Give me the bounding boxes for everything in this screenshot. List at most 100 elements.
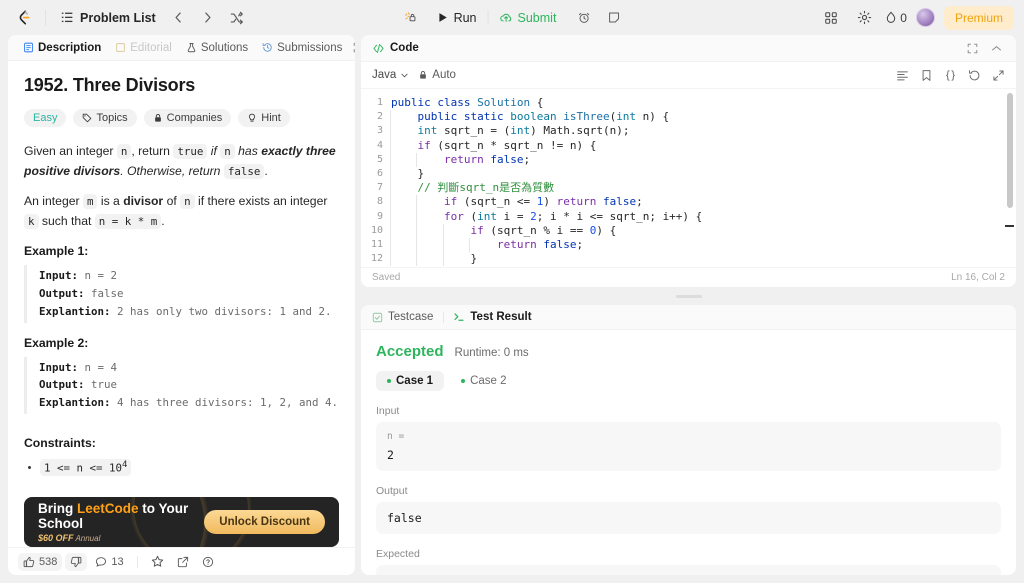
result-tab-divider [443, 311, 445, 323]
fullscreen-editor-icon[interactable] [992, 69, 1005, 82]
comments-button[interactable]: 13 [90, 553, 128, 571]
description-tab-actions [349, 39, 355, 57]
output-box: false [376, 502, 1001, 534]
problem-list-button[interactable]: Problem List [55, 7, 162, 29]
run-button[interactable]: Run [427, 5, 488, 31]
example-2-output-row: Output: true [39, 376, 339, 394]
premium-button[interactable]: Premium [943, 5, 1014, 30]
code-text: for (int i = 2; i * i <= sqrt_n; i++) { [390, 209, 703, 224]
hint-button[interactable]: Hint [238, 109, 290, 127]
code-token: { [530, 96, 544, 109]
drag-bar-icon [675, 294, 702, 298]
promo-discount: $60 OFF [38, 533, 74, 543]
unlock-discount-label: Unlock Discount [219, 516, 310, 528]
case-tab-1[interactable]: Case 1 [376, 371, 445, 391]
comment-count: 13 [111, 555, 124, 568]
debug-lock-icon[interactable] [396, 4, 423, 31]
code-token: class [437, 96, 478, 109]
code-text: public class Solution { [391, 96, 543, 110]
avatar[interactable] [915, 8, 935, 27]
description-footer: 538 13 [8, 547, 355, 575]
example-1-output-row: Output: false [39, 285, 339, 303]
input-box[interactable]: n = 2 [376, 422, 1001, 471]
help-icon [202, 556, 213, 567]
dislike-button[interactable] [65, 552, 88, 571]
panes-container: Description Editorial Solutions Submissi… [0, 35, 1024, 583]
case-tab-2[interactable]: Case 2 [450, 371, 517, 391]
top-navigation-bar: Problem List Run Submit 0 Premium [0, 0, 1024, 35]
share-button[interactable] [172, 553, 194, 571]
case-tabs: Case 1 Case 2 [376, 371, 1001, 391]
expand-description-icon[interactable] [349, 39, 355, 57]
like-button[interactable]: 538 [18, 552, 63, 571]
expand-code-icon[interactable] [964, 40, 981, 57]
unlock-discount-button[interactable]: Unlock Discount [204, 510, 325, 534]
code-token: ; [576, 237, 584, 251]
code-panel-header: Code [361, 35, 1016, 62]
code-token: false [543, 237, 577, 251]
settings-gear-icon[interactable] [852, 6, 876, 30]
shuffle-icon[interactable] [225, 6, 249, 30]
example-2-expl-value: 4 has three divisors: 1, 2, and 4. [110, 396, 339, 410]
tab-submissions[interactable]: Submissions [255, 42, 349, 54]
note-icon[interactable] [601, 4, 628, 31]
code-token: int [616, 110, 637, 124]
case-status-dot-2 [461, 379, 466, 383]
code-scrollbar[interactable] [1007, 93, 1013, 208]
favorite-button[interactable] [146, 552, 169, 571]
streak-counter[interactable]: 0 [885, 11, 907, 25]
expected-box: false [376, 565, 1001, 575]
timer-icon[interactable] [571, 4, 598, 31]
p1-code-n2: n [220, 144, 235, 159]
tab-testcase[interactable]: Testcase [372, 311, 441, 323]
next-problem-icon[interactable] [196, 6, 220, 30]
code-brackets-icon [373, 43, 384, 53]
difficulty-badge[interactable]: Easy [24, 109, 67, 127]
language-selector[interactable]: Java [372, 69, 409, 81]
snippets-braces-icon[interactable] [944, 69, 957, 82]
format-code-icon[interactable] [896, 69, 909, 82]
constraint-code: 1 <= n <= 104 [40, 458, 132, 476]
indent-guide [390, 195, 391, 210]
code-header-actions [964, 40, 1005, 57]
run-label: Run [453, 10, 477, 25]
code-editor[interactable]: 1 public class Solution {2 public static … [361, 89, 1016, 267]
code-line: 6 } [361, 166, 1016, 182]
indent-guide [390, 223, 391, 238]
nav-right-group: 0 Premium [819, 5, 1014, 30]
leetcode-logo-icon[interactable] [10, 5, 36, 31]
autocomplete-toggle[interactable]: Auto [418, 69, 456, 81]
help-button[interactable] [197, 553, 219, 571]
p1-c: if [207, 144, 221, 158]
code-text: if (sqrt_n % i == 0) { [390, 223, 616, 238]
promo-text-group: Bring LeetCode to Your School $60 OFF An… [38, 501, 204, 543]
panel-resize-handle[interactable] [361, 293, 1016, 299]
indent-guide [416, 195, 418, 210]
apps-grid-icon[interactable] [819, 6, 843, 30]
line-number: 4 [376, 139, 383, 151]
prev-problem-icon[interactable] [167, 6, 191, 30]
promo-banner[interactable]: Bring LeetCode to Your School $60 OFF An… [24, 497, 339, 547]
companies-button[interactable]: Companies [143, 109, 232, 127]
bookmark-icon[interactable] [920, 69, 933, 82]
example-2-expl-label: Explantion: [39, 396, 111, 410]
tab-solutions[interactable]: Solutions [179, 42, 255, 54]
example-1-expl-label: Explantion: [39, 304, 111, 318]
code-token: ; i * i <= sqrt_n; i++) { [536, 209, 703, 223]
reset-code-icon[interactable] [968, 69, 981, 82]
indent-guide [390, 209, 391, 224]
submit-button[interactable]: Submit [489, 5, 568, 31]
example-2-heading: Example 2: [24, 335, 89, 350]
tab-test-result[interactable]: Test Result [453, 311, 539, 323]
problem-list-label: Problem List [80, 10, 156, 25]
code-line: 1 public class Solution { [361, 96, 1016, 110]
example-2-output-label: Output: [39, 378, 85, 392]
collapse-code-icon[interactable] [988, 40, 1005, 57]
tab-description[interactable]: Description [16, 42, 108, 54]
tab-editorial[interactable]: Editorial [108, 42, 179, 54]
autocomplete-label: Auto [432, 69, 456, 81]
topics-button[interactable]: Topics [73, 109, 137, 127]
